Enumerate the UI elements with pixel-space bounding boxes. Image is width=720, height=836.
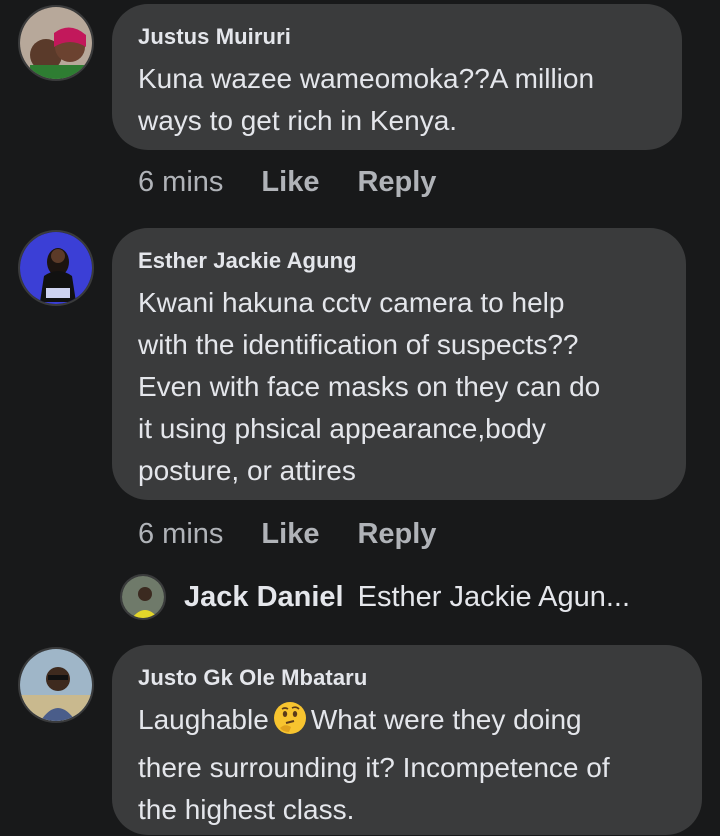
comment-author[interactable]: Justo Gk Ole Mbataru bbox=[138, 665, 676, 691]
comment-bubble: Esther Jackie Agung Kwani hakuna cctv ca… bbox=[112, 228, 686, 500]
comment-actions: 6 mins Like Reply bbox=[138, 166, 474, 199]
comment-actions: 6 mins Like Reply bbox=[138, 518, 474, 551]
comment-timestamp[interactable]: 6 mins bbox=[138, 166, 223, 199]
comment-timestamp[interactable]: 6 mins bbox=[138, 518, 223, 551]
reply-author[interactable]: Jack Daniel bbox=[184, 581, 344, 614]
comment-author[interactable]: Justus Muiruri bbox=[138, 24, 656, 50]
reply-button[interactable]: Reply bbox=[357, 518, 436, 551]
avatar-esther-jackie-agung[interactable] bbox=[18, 230, 94, 306]
comment-text-part: there surrounding it? Incompetence of th… bbox=[138, 752, 610, 825]
comment-bubble: Justo Gk Ole Mbataru Laughable What were … bbox=[112, 645, 702, 835]
comment-text-part: What were they doing bbox=[310, 704, 582, 735]
avatar-justus-muiruri[interactable] bbox=[18, 5, 94, 81]
comment-text: Laughable What were they doing there surr… bbox=[138, 699, 676, 831]
avatar-jack-daniel[interactable] bbox=[120, 574, 166, 620]
reply-button[interactable]: Reply bbox=[357, 166, 436, 199]
thinking-face-emoji bbox=[273, 701, 307, 747]
reply-preview[interactable]: Jack Daniel Esther Jackie Agun... bbox=[120, 574, 630, 620]
comment-author[interactable]: Esther Jackie Agung bbox=[138, 248, 660, 274]
comment-text: Kwani hakuna cctv camera to help with th… bbox=[138, 287, 601, 486]
avatar-justo-gk-ole-mbataru[interactable] bbox=[18, 647, 94, 723]
like-button[interactable]: Like bbox=[261, 518, 319, 551]
comment-bubble: Justus Muiruri Kuna wazee wameomoka??A m… bbox=[112, 4, 682, 150]
comment-text-part: Laughable bbox=[138, 704, 269, 735]
comment-text: Kuna wazee wameomoka??A million ways to … bbox=[138, 63, 595, 136]
like-button[interactable]: Like bbox=[261, 166, 319, 199]
reply-snippet: Esther Jackie Agun... bbox=[357, 580, 631, 613]
